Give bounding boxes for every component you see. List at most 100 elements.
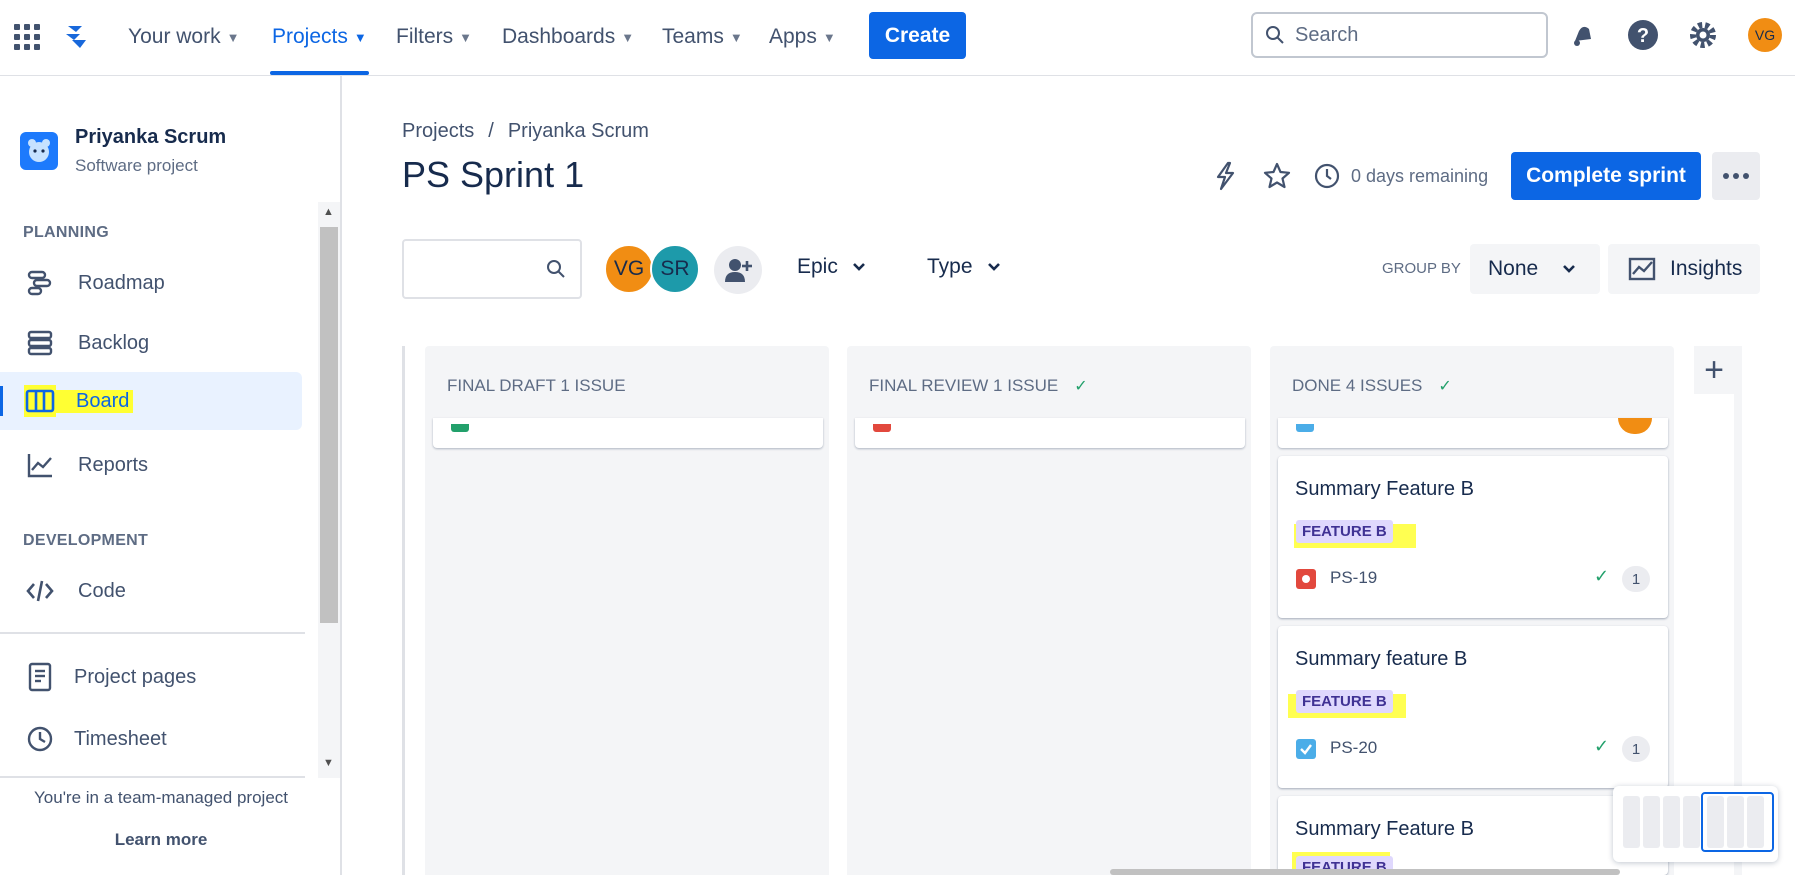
nav-dashboards[interactable]: Dashboards ▼ <box>502 22 634 52</box>
sidebar-item-label: Backlog <box>78 331 150 354</box>
help-icon[interactable]: ? <box>1626 18 1660 52</box>
planning-section-label: PLANNING <box>23 224 109 241</box>
breadcrumb-project[interactable]: Priyanka Scrum <box>508 120 649 143</box>
card-stub[interactable] <box>433 418 823 448</box>
group-by-value: None <box>1488 257 1539 280</box>
chevron-down-icon <box>1563 265 1576 273</box>
chevron-down-icon: ▼ <box>621 29 635 45</box>
epic-lozenge[interactable]: FEATURE B <box>1296 520 1393 543</box>
avatar[interactable]: VG <box>604 244 654 294</box>
automation-icon[interactable] <box>1209 160 1241 192</box>
board-icon <box>24 385 56 417</box>
card-stub[interactable] <box>855 418 1245 448</box>
nav-teams[interactable]: Teams ▼ <box>662 22 743 52</box>
avatar[interactable]: SR <box>650 244 700 294</box>
scroll-down-arrow-icon[interactable]: ▼ <box>323 757 334 769</box>
sidebar-scroll-thumb[interactable] <box>320 227 338 623</box>
assignee-avatar[interactable] <box>1618 418 1652 434</box>
jira-logo[interactable] <box>62 22 92 52</box>
roadmap-icon <box>24 267 56 299</box>
insights-label: Insights <box>1670 257 1743 280</box>
notifications-icon[interactable] <box>1566 18 1600 52</box>
column-title: DONE 4 ISSUES <box>1292 376 1423 395</box>
task-type-icon <box>1296 424 1314 432</box>
active-nav-indicator <box>270 71 369 75</box>
sidebar-item-timesheet[interactable]: Timesheet <box>0 710 302 768</box>
project-type: Software project <box>75 156 198 175</box>
story-points-badge: 1 <box>1622 566 1650 592</box>
sidebar-item-label: Board <box>56 389 134 413</box>
chevron-down-icon: ▼ <box>226 29 240 45</box>
group-by-dropdown[interactable]: None <box>1470 244 1600 294</box>
card-summary: Summary feature B <box>1295 648 1468 670</box>
issue-card[interactable]: Summary Feature B FEATURE B PS-19 ✓ 1 <box>1278 456 1668 618</box>
card-stub[interactable] <box>1278 418 1668 448</box>
sidebar-item-label: Project pages <box>74 665 197 688</box>
project-avatar-icon[interactable] <box>20 132 58 170</box>
apps-grid-icon[interactable] <box>14 24 40 50</box>
sidebar-divider <box>0 776 305 778</box>
svg-text:?: ? <box>1637 25 1649 47</box>
settings-icon[interactable] <box>1686 18 1720 52</box>
group-by-label: GROUP BY <box>1382 260 1461 277</box>
sidebar-item-board[interactable]: Board <box>0 372 302 430</box>
star-icon[interactable] <box>1261 160 1293 192</box>
nav-apps[interactable]: Apps ▼ <box>769 22 836 52</box>
nav-projects[interactable]: Projects ▼ <box>272 22 367 52</box>
issue-card[interactable]: Summary feature B FEATURE B PS-20 ✓ 1 <box>1278 626 1668 788</box>
type-filter-dropdown[interactable]: Type <box>927 255 1001 279</box>
nav-your-work-label: Your work <box>128 25 221 48</box>
done-check-icon: ✓ <box>1594 736 1610 756</box>
nav-filters[interactable]: Filters ▼ <box>396 22 472 52</box>
minimap-viewport[interactable] <box>1701 792 1774 852</box>
nav-your-work[interactable]: Your work ▼ <box>128 22 239 52</box>
column-done-check-icon: ✓ <box>1074 378 1088 395</box>
clock-icon <box>24 723 56 755</box>
more-actions-button[interactable] <box>1712 152 1760 200</box>
card-summary: Summary Feature B <box>1295 818 1474 840</box>
search-input[interactable] <box>1295 23 1525 47</box>
board-horizontal-scrollbar[interactable] <box>1110 869 1620 875</box>
board-minimap[interactable] <box>1613 786 1778 862</box>
learn-more-link[interactable]: Learn more <box>0 830 322 850</box>
minimap-column <box>1643 796 1660 848</box>
nav-projects-label: Projects <box>272 25 348 48</box>
minimap-column <box>1623 796 1640 848</box>
add-column-button[interactable]: + <box>1694 346 1734 394</box>
bug-type-icon <box>873 424 891 432</box>
board-search-input[interactable] <box>402 239 582 299</box>
type-filter-label: Type <box>927 255 973 278</box>
sidebar-item-reports[interactable]: Reports <box>0 436 302 494</box>
minimap-column <box>1683 796 1700 848</box>
minimap-column <box>1663 796 1680 848</box>
complete-sprint-button[interactable]: Complete sprint <box>1511 152 1701 200</box>
code-icon <box>24 575 56 607</box>
sidebar-item-code[interactable]: Code <box>0 562 302 620</box>
sidebar-item-roadmap[interactable]: Roadmap <box>0 254 302 312</box>
chevron-down-icon: ▼ <box>729 29 743 45</box>
sidebar-item-label: Timesheet <box>74 727 167 750</box>
epic-lozenge[interactable]: FEATURE B <box>1296 690 1393 713</box>
insights-button[interactable]: Insights <box>1608 244 1760 294</box>
breadcrumb: Projects / Priyanka Scrum <box>402 120 649 143</box>
issue-key[interactable]: PS-20 <box>1330 738 1377 758</box>
add-people-button[interactable] <box>714 246 762 294</box>
global-search[interactable] <box>1251 12 1548 58</box>
epic-filter-dropdown[interactable]: Epic <box>797 255 866 279</box>
story-points-badge: 1 <box>1622 736 1650 762</box>
column-header: FINAL REVIEW 1 ISSUE ✓ <box>869 376 1088 396</box>
scroll-up-arrow-icon[interactable]: ▲ <box>323 206 334 218</box>
breadcrumb-projects[interactable]: Projects <box>402 120 474 143</box>
user-avatar[interactable]: VG <box>1748 18 1782 52</box>
issue-key[interactable]: PS-19 <box>1330 568 1377 588</box>
project-name[interactable]: Priyanka Scrum <box>75 126 226 149</box>
column-title: FINAL REVIEW 1 ISSUE <box>869 376 1059 395</box>
breadcrumb-separator: / <box>488 120 494 142</box>
nav-teams-label: Teams <box>662 25 724 48</box>
sidebar-item-project-pages[interactable]: Project pages <box>0 648 302 706</box>
issue-card[interactable]: Summary Feature B FEATURE B <box>1278 796 1668 875</box>
create-button[interactable]: Create <box>869 12 966 59</box>
search-icon <box>547 260 565 278</box>
sidebar-item-backlog[interactable]: Backlog <box>0 314 302 372</box>
project-sidebar: Priyanka Scrum Software project PLANNING… <box>0 76 342 875</box>
